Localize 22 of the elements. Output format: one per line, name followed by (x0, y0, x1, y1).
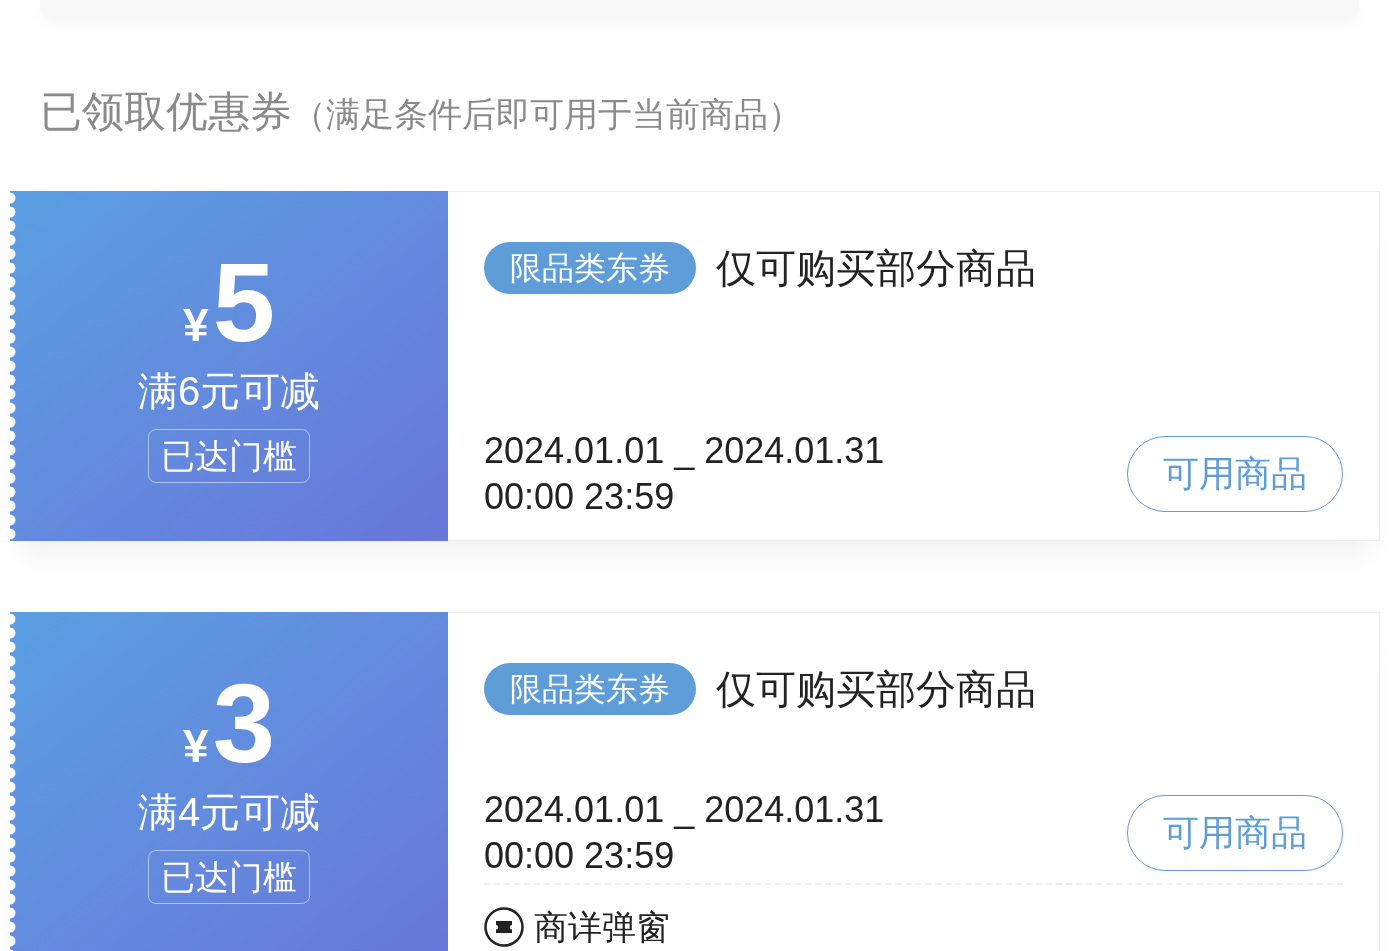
detail-popup-link[interactable]: 商详弹窗 (534, 905, 670, 949)
coupon-title: 仅可购买部分商品 (716, 245, 1036, 292)
currency-symbol: ¥ (183, 723, 209, 769)
coupon-title: 仅可购买部分商品 (716, 666, 1036, 713)
coupon-amount: 3 (212, 668, 275, 780)
ticket-icon (484, 907, 524, 947)
coupon-condition: 满6元可减 (137, 368, 321, 415)
coupon-tag: 限品类东券 (484, 663, 696, 715)
validity-date-range: 2024.01.01 _ 2024.01.31 (484, 788, 885, 832)
threshold-badge: 已达门槛 (148, 429, 310, 483)
available-products-button[interactable]: 可用商品 (1127, 795, 1343, 871)
section-subtitle: （满足条件后即可用于当前商品） (292, 94, 802, 135)
coupon-tag: 限品类东券 (484, 242, 696, 294)
validity-time-range: 00:00 23:59 (484, 834, 676, 878)
threshold-badge: 已达门槛 (148, 850, 310, 904)
validity-date-range: 2024.01.01 _ 2024.01.31 (484, 429, 885, 473)
available-products-button[interactable]: 可用商品 (1127, 436, 1343, 512)
currency-symbol: ¥ (183, 302, 209, 348)
validity-time-range: 00:00 23:59 (484, 475, 676, 519)
coupon-condition: 满4元可减 (137, 789, 321, 836)
coupon-amount: 5 (212, 247, 275, 359)
section-title: 已领取优惠券 (40, 87, 292, 137)
